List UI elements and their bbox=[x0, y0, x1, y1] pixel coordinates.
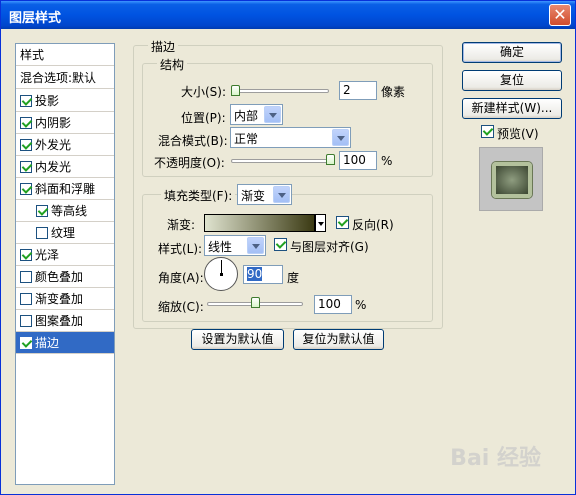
preview-swatch bbox=[492, 162, 532, 198]
ok-button[interactable]: 确定 bbox=[462, 42, 562, 63]
window-title: 图层样式 bbox=[9, 11, 62, 26]
opacity-label: 不透明度(O): bbox=[154, 156, 225, 170]
opacity-slider-thumb[interactable] bbox=[326, 154, 335, 165]
style-item[interactable]: 等高线 bbox=[16, 200, 114, 222]
scale-slider-thumb[interactable] bbox=[250, 297, 260, 308]
chevron-down-icon[interactable] bbox=[332, 129, 349, 146]
style-item-checkbox[interactable] bbox=[20, 138, 32, 151]
angle-dial[interactable] bbox=[204, 257, 238, 291]
size-slider-thumb[interactable] bbox=[231, 85, 240, 96]
style-item-label: 投影 bbox=[35, 94, 60, 108]
style-item[interactable]: 渐变叠加 bbox=[16, 288, 114, 310]
style-item-label: 渐变叠加 bbox=[35, 292, 84, 306]
style-label: 样式(L): bbox=[158, 242, 203, 256]
size-label: 大小(S): bbox=[181, 85, 227, 99]
opacity-unit: % bbox=[381, 154, 393, 168]
angle-value: 90 bbox=[247, 267, 263, 281]
chevron-down-icon[interactable] bbox=[315, 214, 326, 232]
position-label: 位置(P): bbox=[181, 111, 226, 125]
reset-default-button[interactable]: 复位为默认值 bbox=[293, 329, 384, 350]
style-item[interactable]: 图案叠加 bbox=[16, 310, 114, 332]
scale-label: 缩放(C): bbox=[158, 300, 204, 314]
style-item-checkbox[interactable] bbox=[20, 248, 32, 261]
position-value: 内部 bbox=[234, 109, 259, 123]
angle-unit: 度 bbox=[287, 271, 300, 285]
style-item-label: 图案叠加 bbox=[35, 314, 84, 328]
style-item-label: 斜面和浮雕 bbox=[35, 182, 96, 196]
gradient-swatch[interactable] bbox=[204, 214, 315, 232]
layer-style-dialog: 图层样式 ✕ 样式 混合选项:默认 投影内阴影外发光内发光斜面和浮雕等高线纹理光… bbox=[0, 0, 576, 495]
gradient-label: 渐变: bbox=[167, 218, 196, 232]
fill-type-select[interactable]: 渐变 bbox=[237, 184, 292, 205]
size-input[interactable]: 2 bbox=[339, 81, 377, 100]
style-item-checkbox[interactable] bbox=[20, 182, 32, 195]
angle-dial-center bbox=[220, 273, 223, 276]
angle-label: 角度(A): bbox=[158, 271, 204, 285]
align-with-layer-label[interactable]: 与图层对齐(G) bbox=[290, 238, 369, 255]
style-item-label: 描边 bbox=[35, 336, 60, 350]
style-item-label: 外发光 bbox=[35, 138, 72, 152]
angle-input[interactable]: 90 bbox=[243, 265, 283, 284]
style-item-checkbox[interactable] bbox=[20, 292, 32, 305]
style-value: 线性 bbox=[208, 240, 233, 254]
style-item[interactable]: 外发光 bbox=[16, 134, 114, 156]
preview-label[interactable]: 预览(V) bbox=[497, 125, 539, 142]
style-item-checkbox[interactable] bbox=[36, 226, 48, 239]
scale-unit: % bbox=[355, 298, 367, 312]
style-item[interactable]: 内阴影 bbox=[16, 112, 114, 134]
close-button[interactable]: ✕ bbox=[549, 4, 571, 26]
chevron-down-icon[interactable] bbox=[247, 237, 264, 254]
blend-options-item[interactable]: 混合选项:默认 bbox=[16, 67, 114, 89]
style-item-label: 内发光 bbox=[35, 160, 72, 174]
style-item-checkbox[interactable] bbox=[20, 336, 32, 349]
position-select[interactable]: 内部 bbox=[230, 104, 283, 125]
opacity-slider-track[interactable] bbox=[231, 159, 335, 163]
blend-mode-select[interactable]: 正常 bbox=[230, 127, 351, 148]
fill-type-value: 渐变 bbox=[241, 189, 266, 203]
style-item[interactable]: 纹理 bbox=[16, 222, 114, 244]
style-item-checkbox[interactable] bbox=[20, 270, 32, 283]
opacity-input[interactable]: 100 bbox=[339, 151, 377, 170]
styles-list: 样式 混合选项:默认 投影内阴影外发光内发光斜面和浮雕等高线纹理光泽颜色叠加渐变… bbox=[15, 43, 115, 485]
style-item-checkbox[interactable] bbox=[20, 314, 32, 327]
style-item-label: 颜色叠加 bbox=[35, 270, 84, 284]
style-item-checkbox[interactable] bbox=[36, 204, 48, 217]
chevron-down-icon[interactable] bbox=[264, 106, 281, 123]
reset-button[interactable]: 复位 bbox=[462, 70, 562, 91]
structure-group-title: 结构 bbox=[157, 56, 188, 73]
reverse-checkbox[interactable] bbox=[336, 216, 349, 229]
watermark: Bai 经验 bbox=[450, 446, 541, 471]
style-item[interactable]: 投影 bbox=[16, 90, 114, 112]
style-preview bbox=[479, 147, 543, 211]
style-item[interactable]: 内发光 bbox=[16, 156, 114, 178]
style-item-checkbox[interactable] bbox=[20, 116, 32, 129]
style-item-label: 光泽 bbox=[35, 248, 60, 262]
preview-checkbox[interactable] bbox=[481, 125, 494, 138]
fill-type-label: 填充类型(F): bbox=[161, 187, 236, 204]
reverse-label[interactable]: 反向(R) bbox=[352, 216, 394, 233]
set-default-button[interactable]: 设置为默认值 bbox=[191, 329, 284, 350]
style-item[interactable]: 光泽 bbox=[16, 244, 114, 266]
chevron-down-icon[interactable] bbox=[273, 186, 290, 203]
style-select[interactable]: 线性 bbox=[204, 235, 266, 256]
style-item-checkbox[interactable] bbox=[20, 160, 32, 173]
style-item-label: 纹理 bbox=[51, 226, 76, 240]
scale-input[interactable]: 100 bbox=[314, 295, 352, 314]
align-with-layer-checkbox[interactable] bbox=[274, 238, 287, 251]
style-item-checkbox[interactable] bbox=[20, 94, 32, 107]
style-item[interactable]: 颜色叠加 bbox=[16, 266, 114, 288]
blend-mode-value: 正常 bbox=[234, 132, 259, 146]
size-unit: 像素 bbox=[381, 85, 406, 99]
style-item-label: 等高线 bbox=[51, 204, 88, 218]
title-bar[interactable]: 图层样式 ✕ bbox=[1, 1, 575, 29]
styles-header[interactable]: 样式 bbox=[16, 44, 114, 66]
style-item[interactable]: 斜面和浮雕 bbox=[16, 178, 114, 200]
new-style-button[interactable]: 新建样式(W)... bbox=[462, 98, 562, 119]
blend-mode-label: 混合模式(B): bbox=[158, 134, 228, 148]
style-item[interactable]: 描边 bbox=[16, 332, 114, 354]
size-slider-track[interactable] bbox=[231, 89, 329, 93]
stroke-group-title: 描边 bbox=[148, 38, 179, 55]
style-item-label: 内阴影 bbox=[35, 116, 72, 130]
